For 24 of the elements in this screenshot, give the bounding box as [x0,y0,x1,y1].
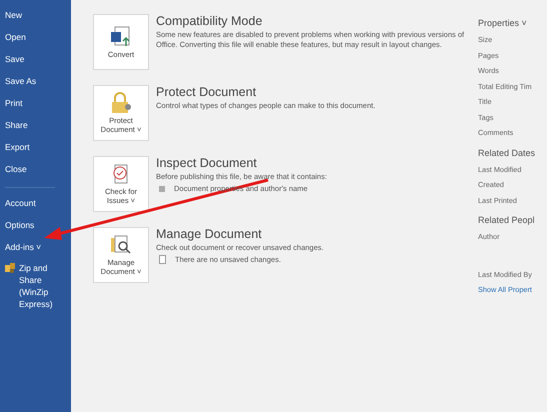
section-title: Protect Document [156,85,258,99]
square-bullet-icon [159,186,165,192]
menu-item[interactable]: Share [0,114,71,136]
section-title: Manage Document [156,227,263,241]
page-icon [159,255,166,264]
menu-item[interactable]: Add-ins ˅ [0,236,71,258]
menu-item[interactable]: Save As [0,70,71,92]
related-people-heading: Related Peopl [478,215,536,225]
menu-item[interactable]: Zip and Share (WinZip Express) [16,262,67,310]
padlock-icon [109,92,133,114]
menu-item[interactable]: Options [0,214,71,236]
section-title: Inspect Document [156,156,258,170]
menu-item[interactable]: Account [0,192,71,214]
related-dates-heading: Related Dates [478,148,536,158]
menu-item[interactable]: Print [0,92,71,114]
section-title: Compatibility Mode [156,14,264,28]
menu-item[interactable]: Export [0,136,71,158]
menu-item[interactable]: Open [0,26,71,48]
menu-item[interactable]: Close [0,158,71,180]
properties-heading[interactable]: Properties ˅ [478,18,547,28]
menu-item[interactable]: Save [0,48,71,70]
menu-item[interactable]: New [0,4,71,26]
puzzle-icon [5,263,16,274]
documents-magnifier-icon [109,234,133,256]
